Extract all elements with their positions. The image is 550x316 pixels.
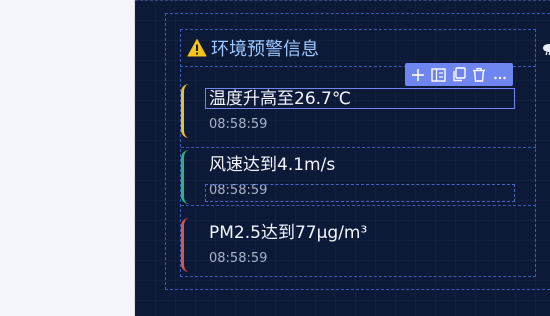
cloud-icon — [541, 40, 550, 56]
alert-time: 08:58:59 — [209, 251, 268, 266]
copy-icon[interactable] — [450, 66, 468, 84]
trash-icon[interactable] — [470, 66, 488, 84]
top-guide-line — [135, 0, 550, 1]
panel-title-group: 环境预警信息 — [187, 36, 319, 60]
alert-accent-yellow — [181, 84, 189, 138]
text-selection-box[interactable] — [205, 88, 515, 109]
alert-time: 08:58:59 — [209, 117, 268, 132]
alert-accent-red — [181, 218, 189, 272]
layout-icon[interactable] — [430, 66, 448, 84]
more-icon[interactable] — [491, 66, 509, 84]
alert-text: 风速达到4.1m/s — [209, 155, 336, 175]
plus-icon[interactable] — [409, 66, 427, 84]
alert-accent-green — [181, 150, 189, 204]
time-field-frame[interactable] — [205, 184, 515, 202]
alert-item[interactable]: PM2.5达到77μg/m³ 08:58:59 — [181, 216, 536, 274]
component-toolbar — [405, 63, 513, 86]
panel-title: 环境预警信息 — [211, 39, 319, 60]
warning-triangle-icon — [187, 38, 207, 58]
alert-text: PM2.5达到77μg/m³ — [209, 223, 368, 243]
